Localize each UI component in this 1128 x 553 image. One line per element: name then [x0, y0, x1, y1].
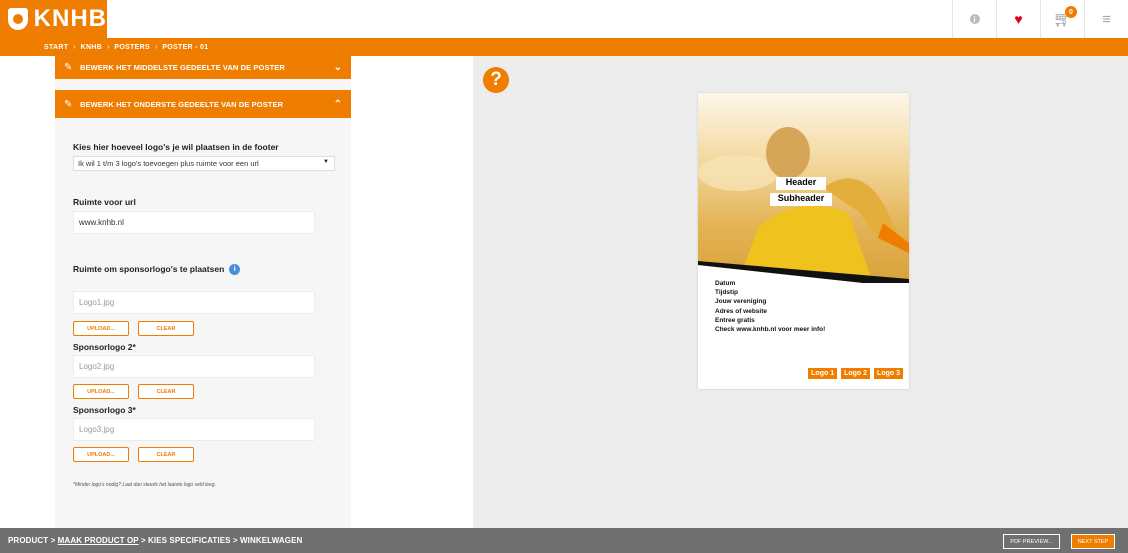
url-label: Ruimte voor url [73, 197, 136, 207]
logo3-clear-button[interactable]: CLEAR [138, 447, 194, 462]
accordion-bottom-label: BEWERK HET ONDERSTE GEDEELTE VAN DE POST… [80, 99, 284, 109]
accordion-middle-section[interactable]: ✎ BEWERK HET MIDDELSTE GEDEELTE VAN DE P… [55, 56, 351, 79]
sponsor-label: Ruimte om sponsorlogo's te plaatsen i [73, 264, 241, 276]
cart-button[interactable]: 🛒︎ 0 [1040, 0, 1084, 38]
chevron-down-icon: ⌄ [333, 62, 342, 73]
caret-down-icon: ▼ [323, 159, 329, 165]
pdf-preview-button[interactable]: PDF PREVIEW... [1003, 534, 1060, 549]
chevron-up-icon: ⌃ [333, 98, 342, 110]
poster-logo-3: Logo 3 [874, 368, 903, 379]
logo-text: KNHB [33, 5, 107, 32]
info-icon[interactable]: i [229, 264, 241, 276]
steps-before[interactable]: PRODUCT > [8, 536, 58, 545]
footnote: *Minder logo's nodig? Laat dan steeds he… [73, 482, 216, 488]
poster-info-line: Entree gratis [715, 316, 755, 324]
question-icon: ? [490, 69, 502, 90]
poster-logos: Logo 1 Logo 2 Logo 3 [808, 368, 903, 379]
cart-count-badge: 0 [1065, 6, 1077, 18]
logo3-upload-button[interactable]: UPLOAD... [73, 447, 129, 462]
steps-bar: PRODUCT > MAAK PRODUCT OP > KIES SPECIFI… [0, 528, 1128, 553]
pencil-icon: ✎ [64, 62, 73, 73]
logo2-input[interactable]: Logo2.jpg [73, 355, 315, 378]
logo2-upload-button[interactable]: UPLOAD... [73, 384, 129, 399]
poster-info-line: Datum [715, 280, 736, 287]
url-input[interactable]: www.knhb.nl [73, 211, 315, 234]
breadcrumb-start[interactable]: START [44, 44, 68, 51]
accordion-middle-label: BEWERK HET MIDDELSTE GEDEELTE VAN DE POS… [80, 63, 285, 72]
sponsorlogo-2-label: Sponsorlogo 2* [73, 342, 136, 352]
poster-info-line: Check www.knhb.nl voor meer info! [715, 326, 826, 334]
steps-breadcrumb: PRODUCT > MAAK PRODUCT OP > KIES SPECIFI… [8, 536, 302, 545]
steps-after[interactable]: > KIES SPECIFICATIES > WINKELWAGEN [139, 536, 303, 545]
breadcrumb-separator-icon: › [154, 43, 158, 51]
breadcrumb: START › KNHB › POSTERS › POSTER - 01 [0, 38, 1128, 56]
help-button[interactable]: ? [483, 67, 509, 93]
knhb-logo[interactable]: KNHB [0, 0, 107, 38]
logo1-upload-button[interactable]: UPLOAD... [73, 321, 129, 336]
logo1-clear-button[interactable]: CLEAR [138, 321, 194, 336]
breadcrumb-separator-icon: › [73, 43, 76, 51]
header-icons: i ♥ 🛒︎ 0 ≡ [952, 0, 1128, 38]
poster-info-line: Tijdstip [715, 289, 738, 297]
sponsor-label-text: Ruimte om sponsorlogo's te plaatsen [73, 264, 225, 274]
logo3-input[interactable]: Logo3.jpg [73, 418, 315, 441]
favorites-button[interactable]: ♥ [996, 0, 1040, 38]
breadcrumb-knhb[interactable]: KNHB [81, 44, 102, 51]
pencil-icon: ✎ [64, 98, 73, 110]
poster-info-line: Adres of website [715, 307, 768, 315]
logo1-input[interactable]: Logo1.jpg [73, 291, 315, 314]
info-button[interactable]: i [952, 0, 996, 38]
footer-logos-label: Kies hier hoeveel logo's je wil plaatsen… [73, 142, 279, 152]
preview-area: ? Header Subheader Datum Tijdstip Jouw v… [473, 56, 1128, 528]
poster-logo-2: Logo 2 [841, 368, 871, 379]
footer-logos-select-value: Ik wil 1 t/m 3 logo's toevoegen plus rui… [78, 159, 259, 168]
poster-header-text: Header [776, 177, 826, 190]
steps-current[interactable]: MAAK PRODUCT OP [58, 536, 139, 545]
info-icon: i [969, 14, 980, 24]
menu-button[interactable]: ≡ [1084, 0, 1128, 38]
breadcrumb-current: POSTER - 01 [162, 43, 209, 51]
poster-subheader-text: Subheader [770, 193, 832, 206]
top-header: KNHB i ♥ 🛒︎ 0 ≡ [0, 0, 1128, 38]
breadcrumb-posters[interactable]: POSTERS [114, 44, 150, 51]
sponsorlogo-3-label: Sponsorlogo 3* [73, 405, 136, 415]
poster-logo-1: Logo 1 [808, 368, 838, 379]
accordion-bottom-section[interactable]: ✎ BEWERK HET ONDERSTE GEDEELTE VAN DE PO… [55, 90, 351, 118]
shield-icon [8, 8, 28, 30]
poster-info: Datum Tijdstip Jouw vereniging Adres of … [715, 279, 825, 334]
logo2-clear-button[interactable]: CLEAR [138, 384, 194, 399]
menu-icon: ≡ [1102, 10, 1111, 28]
poster-info-line: Jouw vereniging [715, 298, 767, 306]
footer-logos-select[interactable]: Ik wil 1 t/m 3 logo's toevoegen plus rui… [73, 156, 335, 171]
breadcrumb-separator-icon: › [107, 43, 110, 51]
next-step-button[interactable]: NEXT STEP [1071, 534, 1115, 549]
heart-icon: ♥ [1014, 11, 1023, 27]
poster-preview: Header Subheader Datum Tijdstip Jouw ver… [698, 93, 909, 389]
editor-panel: ✎ BEWERK HET MIDDELSTE GEDEELTE VAN DE P… [55, 56, 351, 528]
